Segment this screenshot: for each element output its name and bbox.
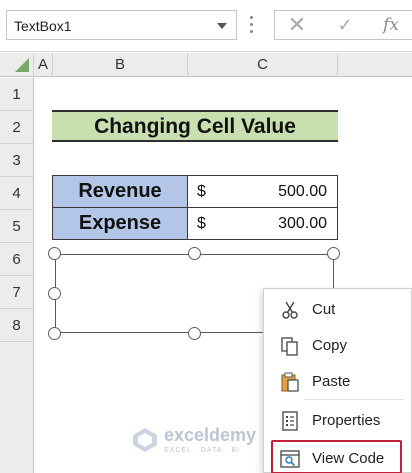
paste-icon <box>281 372 299 392</box>
check-icon[interactable]: ✓ <box>325 11 365 41</box>
expense-value-cell[interactable]: $ 300.00 <box>187 207 338 240</box>
menu-label-paste: Paste <box>312 373 351 390</box>
properties-icon <box>282 411 298 431</box>
select-all-corner[interactable] <box>0 53 34 77</box>
row-header-1[interactable]: 1 <box>0 78 34 111</box>
column-header-b[interactable]: B <box>53 53 188 77</box>
formula-bar: TextBox1 ✕ ✓ fx <box>0 0 412 52</box>
menu-separator <box>304 399 404 400</box>
select-all-triangle-icon <box>15 58 29 72</box>
row-header-empty <box>0 342 34 473</box>
sheet-title[interactable]: Changing Cell Value <box>52 110 338 142</box>
scissors-icon <box>282 301 298 319</box>
chevron-down-icon[interactable] <box>217 23 227 29</box>
copy-icon <box>281 337 298 356</box>
formula-buttons: ✕ ✓ fx <box>274 10 412 40</box>
menu-label-cut: Cut <box>312 301 336 318</box>
view-code-icon <box>280 450 300 468</box>
menu-item-view-code[interactable]: View Code <box>271 440 402 473</box>
row-header-3[interactable]: 3 <box>0 144 34 177</box>
function-icon[interactable]: fx <box>371 11 411 41</box>
row-header-2[interactable]: 2 <box>0 111 34 144</box>
column-header-d[interactable] <box>338 53 412 77</box>
exceldemy-logo-icon <box>133 428 157 452</box>
watermark-name: exceldemy <box>164 425 257 445</box>
resize-handle-left[interactable] <box>48 287 61 300</box>
revenue-value-cell[interactable]: $ 500.00 <box>187 175 338 208</box>
menu-label-view-code: View Code <box>312 450 385 467</box>
revenue-label-cell[interactable]: Revenue <box>52 175 188 208</box>
menu-item-cut[interactable]: Cut <box>264 293 412 327</box>
row-header-5[interactable]: 5 <box>0 210 34 243</box>
menu-item-copy[interactable]: Copy <box>264 329 412 363</box>
resize-handle-top[interactable] <box>188 247 201 260</box>
column-header-c[interactable]: C <box>188 53 338 77</box>
row-header-6[interactable]: 6 <box>0 243 34 276</box>
watermark-tagline: EXCEL · DATA · BI <box>164 447 240 454</box>
menu-label-properties: Properties <box>312 412 381 429</box>
menu-item-paste[interactable]: Paste <box>264 365 412 399</box>
resize-handle-top-right[interactable] <box>327 247 340 260</box>
revenue-amount: 500.00 <box>278 183 327 200</box>
resize-handle-bottom-left[interactable] <box>48 327 61 340</box>
menu-item-properties[interactable]: Properties <box>264 404 412 438</box>
column-header-a[interactable]: A <box>34 53 53 77</box>
row-header-4[interactable]: 4 <box>0 177 34 210</box>
expense-currency: $ <box>197 215 206 232</box>
watermark: exceldemy EXCEL · DATA · BI <box>130 425 280 459</box>
context-menu: Cut Copy Paste Properties View Code <box>263 288 412 473</box>
drag-handle-icon[interactable] <box>250 16 254 36</box>
expense-label-cell[interactable]: Expense <box>52 207 188 240</box>
resize-handle-bottom[interactable] <box>188 327 201 340</box>
name-box-value: TextBox1 <box>14 18 72 34</box>
menu-label-copy: Copy <box>312 337 348 354</box>
expense-amount: 300.00 <box>278 215 327 232</box>
row-header-8[interactable]: 8 <box>0 309 34 342</box>
name-box[interactable]: TextBox1 <box>6 10 237 40</box>
x-icon[interactable]: ✕ <box>277 11 317 41</box>
revenue-currency: $ <box>197 183 206 200</box>
row-header-7[interactable]: 7 <box>0 276 34 309</box>
resize-handle-top-left[interactable] <box>48 247 61 260</box>
